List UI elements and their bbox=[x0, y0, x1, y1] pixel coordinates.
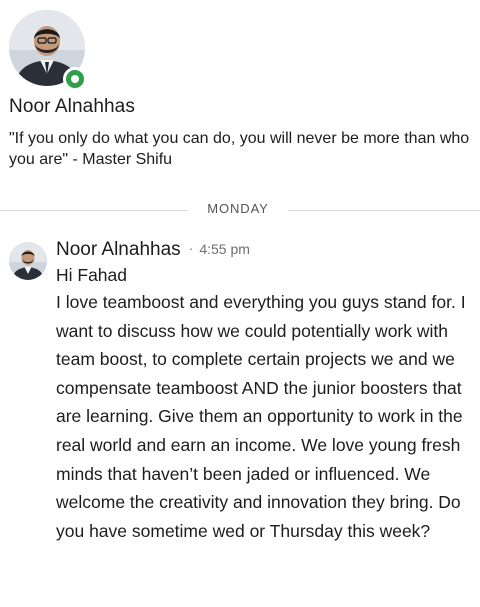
profile-name[interactable]: Noor Alnahhas bbox=[9, 96, 135, 118]
message-author[interactable]: Noor Alnahhas bbox=[56, 239, 181, 260]
divider-line-left bbox=[0, 210, 188, 211]
divider-line-right bbox=[288, 210, 480, 211]
message-timestamp[interactable]: 4:55 pm bbox=[199, 241, 250, 257]
online-status-icon bbox=[63, 67, 87, 91]
message-text: I love teamboost and everything you guys… bbox=[56, 292, 466, 541]
day-divider: MONDAY bbox=[0, 200, 480, 220]
message-greeting: Hi Fahad bbox=[56, 265, 128, 285]
message-separator: · bbox=[188, 240, 194, 256]
message-body: Hi Fahad I love teamboost and everything… bbox=[56, 264, 470, 545]
avatar-photo-icon bbox=[9, 242, 47, 280]
message-header: Noor Alnahhas · 4:55 pm bbox=[56, 239, 250, 261]
message-avatar[interactable] bbox=[9, 242, 47, 280]
day-label: MONDAY bbox=[207, 201, 269, 216]
profile-status-quote: "If you only do what you can do, you wil… bbox=[9, 130, 470, 168]
